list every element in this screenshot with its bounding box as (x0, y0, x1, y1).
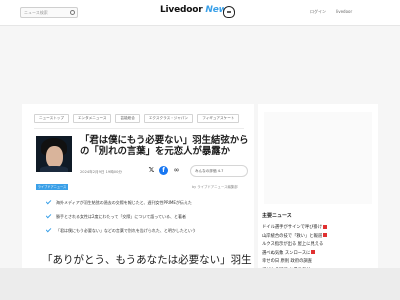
list-item[interactable]: 山岸統合の技で「救い」と報道 (262, 233, 374, 242)
list-item: 「君は僕にもう必要ない」などの言葉で別れを告げられた、と明かしたという (46, 226, 246, 240)
member-link[interactable]: livedoor (336, 9, 352, 14)
list-item[interactable]: 幸せの日 原則 政府の調査 (262, 258, 374, 267)
news-link[interactable]: ドイル選手がサインで呼び掛け (262, 225, 322, 230)
logo-main: Livedoor (160, 5, 203, 15)
summary-text: 海外メディアが羽生結弦の過去の交際を報じたと、週刊女性PRIMEが伝えた (56, 200, 192, 205)
article-source: by ライブドアニュース編集部 (192, 185, 238, 189)
search-placeholder: ニュース検索 (24, 10, 48, 15)
breadcrumb-item[interactable]: ニューストップ (34, 114, 69, 123)
login-link[interactable]: ログイン (310, 9, 326, 15)
list-item[interactable]: ルクス指示が出る 屋上に見える (262, 241, 374, 250)
news-link[interactable]: 幸せの日 原則 政府の調査 (262, 259, 312, 264)
search-input[interactable]: ニュース検索 (20, 7, 78, 18)
list-item: 海外メディアが羽生結弦の過去の交際を報じたと、週刊女性PRIMEが伝えた (46, 198, 246, 212)
x-share-icon[interactable]: 𝕏 (147, 166, 156, 175)
list-item[interactable]: 選べぬ気象 スンロースに (262, 250, 374, 259)
list-item[interactable]: ドイル選手がサインで呼び掛け (262, 224, 374, 233)
article-date: 2024年2月9日 19時00分 (80, 170, 122, 174)
mascot-icon (223, 6, 235, 18)
news-link[interactable]: 山岸統合の技で「救い」と報道 (262, 234, 322, 239)
bottom-ad-bar (0, 268, 400, 300)
article-thumbnail (36, 136, 72, 172)
link-copy-icon[interactable]: ∞ (172, 166, 181, 175)
summary-list: 海外メディアが羽生結弦の過去の交際を報じたと、週刊女性PRIMEが伝えた 勝手と… (46, 198, 246, 240)
list-item: 勝手とされる女性は2度にわたって「交際」について語っている、と著者 (46, 212, 246, 226)
new-icon (311, 250, 316, 254)
news-link[interactable]: ルクス指示が出る 屋上に見える (262, 242, 323, 247)
divider (34, 128, 244, 129)
summary-text: 勝手とされる女性は2度にわたって「交際」について語っている、と著者 (56, 214, 187, 219)
rating-button[interactable]: みんなの評価 4.7 (190, 165, 248, 177)
sidebar-title: 主要ニュース (262, 213, 292, 219)
facebook-share-icon[interactable]: f (159, 166, 168, 175)
site-logo[interactable]: Livedoor News (160, 5, 232, 15)
site-header: ニュース検索 Livedoor News ログイン livedoor (0, 0, 400, 26)
new-icon (323, 233, 328, 237)
search-icon[interactable] (70, 10, 75, 15)
category-badge: ライブドアニュース (36, 184, 68, 190)
summary-text: 「君は僕にもう必要ない」などの言葉で別れを告げられた、と明かしたという (56, 228, 196, 233)
breadcrumb-item[interactable]: エンタメニュース (72, 114, 112, 123)
breadcrumb: ニューストップ エンタメニュース 芸能総合 エクスクラス・ジャパン フィギュアス… (34, 114, 240, 123)
new-icon (323, 224, 328, 229)
check-icon (46, 198, 52, 205)
check-icon (46, 226, 52, 233)
news-link[interactable]: 選べぬ気象 スンロースに (262, 251, 310, 256)
ad-space (264, 112, 372, 204)
breadcrumb-item[interactable]: エクスクラス・ジャパン (143, 114, 194, 123)
breadcrumb-item[interactable]: 芸能総合 (115, 114, 140, 123)
check-icon (46, 212, 52, 219)
article-title: 「君は僕にもう必要ない」羽生結弦からの「別れの言葉」を元恋人が暴露か (80, 135, 249, 157)
article-lead: 「ありがとう、もうあなたは必要ない」羽生 (42, 254, 252, 266)
breadcrumb-item[interactable]: フィギュアスケート (197, 114, 240, 123)
